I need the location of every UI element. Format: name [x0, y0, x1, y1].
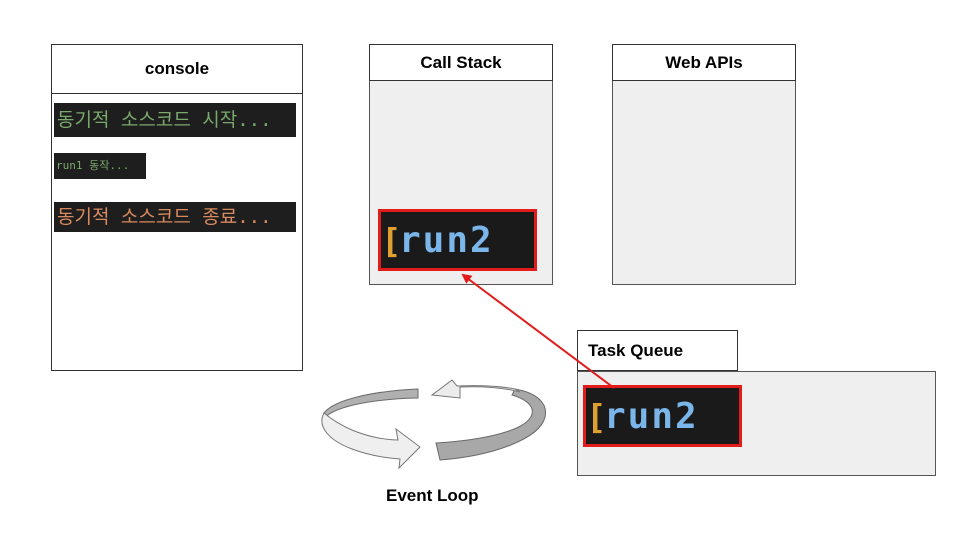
task-queue-item-label: run2 — [604, 396, 699, 437]
call-stack-item-run2: [ run2 — [378, 209, 537, 271]
console-line-text: 동기적 소스코드 종료... — [57, 206, 272, 228]
web-apis-title: Web APIs — [665, 52, 743, 72]
task-queue-header: Task Queue — [577, 330, 738, 371]
call-stack-item-label: run2 — [399, 220, 494, 261]
console-line-run1: run1 동작... — [54, 153, 146, 179]
task-queue-title: Task Queue — [588, 340, 684, 360]
console-title: console — [144, 59, 210, 78]
console-line-sync-start: 동기적 소스코드 시작... — [54, 103, 296, 137]
web-apis-panel — [612, 81, 796, 285]
console-header: console — [51, 44, 303, 94]
call-stack-title: Call Stack — [420, 52, 502, 72]
task-queue-item-run2: [ run2 — [583, 385, 742, 447]
event-loop-label: Event Loop — [386, 486, 479, 505]
call-stack-header: Call Stack — [369, 44, 553, 81]
web-apis-header: Web APIs — [612, 44, 796, 81]
console-line-text: run1 동작... — [56, 159, 130, 172]
console-line-sync-end: 동기적 소스코드 종료... — [54, 202, 296, 232]
event-loop-icon — [321, 379, 547, 470]
console-line-text: 동기적 소스코드 시작... — [57, 109, 272, 131]
